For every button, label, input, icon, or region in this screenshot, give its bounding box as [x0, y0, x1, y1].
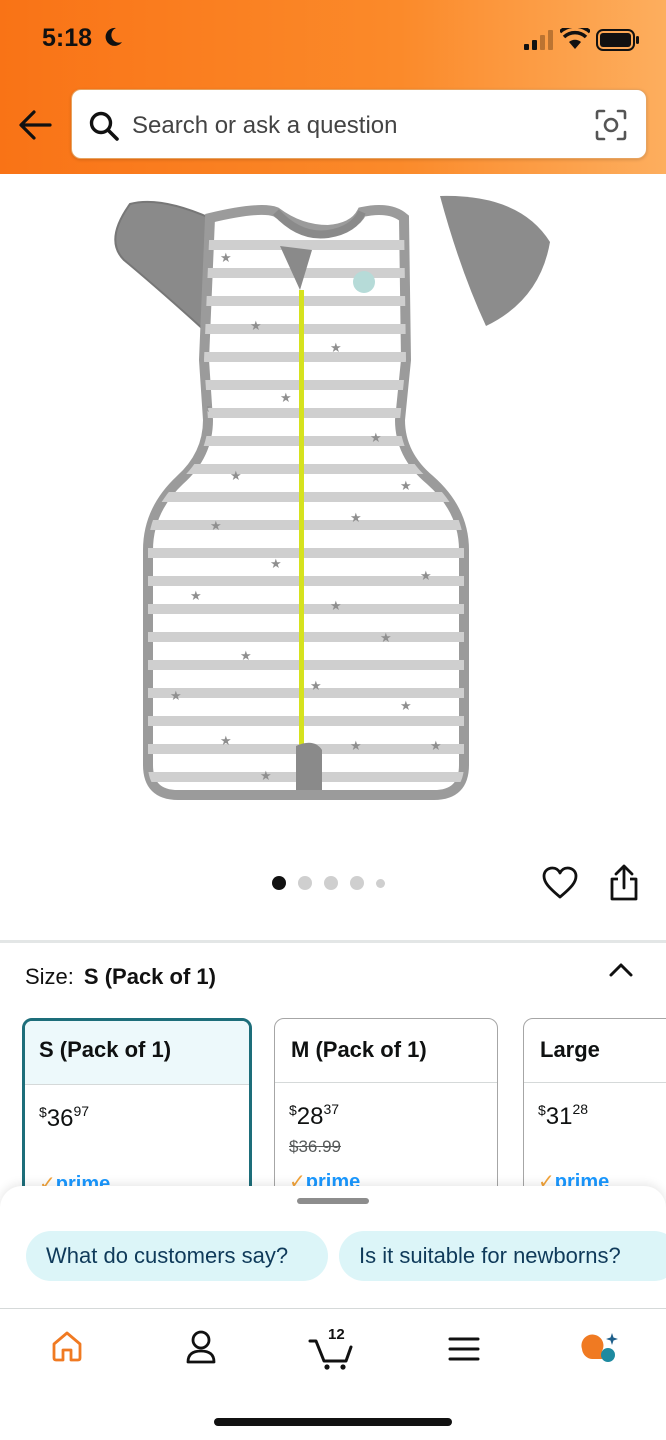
chevron-up-icon[interactable] — [608, 960, 634, 980]
option-price: $3697 — [39, 1103, 90, 1132]
svg-text:★: ★ — [220, 734, 232, 749]
sheet-drag-handle[interactable] — [297, 1198, 369, 1204]
svg-text:★: ★ — [230, 469, 242, 484]
image-carousel-dots[interactable] — [272, 876, 385, 890]
list-price: $36.99 — [289, 1137, 341, 1156]
svg-text:★: ★ — [380, 631, 392, 646]
option-price: $3128 — [538, 1101, 589, 1130]
svg-text:★: ★ — [170, 689, 182, 704]
signal-icon — [524, 30, 553, 50]
cart-count-badge: 12 — [328, 1326, 345, 1343]
svg-text:★: ★ — [210, 519, 222, 534]
search-bar[interactable]: Search or ask a question — [71, 89, 647, 159]
menu-icon[interactable] — [448, 1335, 480, 1363]
svg-text:★: ★ — [330, 341, 342, 356]
carousel-dot[interactable] — [324, 876, 338, 890]
status-time: 5:18 — [42, 24, 93, 52]
size-selector-label: Size: S (Pack of 1) — [25, 964, 216, 990]
carousel-dot[interactable] — [272, 876, 286, 890]
svg-text:★: ★ — [350, 739, 362, 754]
svg-text:★: ★ — [310, 679, 322, 694]
svg-text:★: ★ — [260, 769, 272, 784]
product-page: 5:18 Search or ask a question ★ ★ ★ ★ ★ … — [0, 0, 666, 1440]
account-icon[interactable] — [184, 1329, 218, 1365]
heart-icon[interactable] — [542, 866, 578, 900]
svg-text:★: ★ — [220, 251, 232, 266]
option-name: Large — [524, 1019, 666, 1083]
svg-text:★: ★ — [190, 589, 202, 604]
svg-text:★: ★ — [420, 569, 432, 584]
back-arrow-icon[interactable] — [16, 106, 54, 144]
wifi-icon — [560, 28, 590, 49]
carousel-dot[interactable] — [350, 876, 364, 890]
battery-icon — [596, 29, 639, 51]
option-name: M (Pack of 1) — [275, 1019, 497, 1083]
option-name: S (Pack of 1) — [25, 1021, 249, 1085]
svg-text:★: ★ — [280, 391, 292, 406]
moon-icon — [105, 27, 122, 46]
home-indicator — [214, 1418, 452, 1426]
product-image[interactable]: ★★★ ★★★ ★★★ ★★★ ★★★ ★★★ ★★★ ★★★ — [100, 190, 570, 820]
svg-text:★: ★ — [430, 739, 442, 754]
svg-text:★: ★ — [400, 479, 412, 494]
rufus-icon[interactable] — [578, 1329, 620, 1365]
header: 5:18 Search or ask a question — [0, 0, 666, 174]
suggestion-chip[interactable]: What do customers say? — [26, 1231, 328, 1281]
section-divider — [0, 940, 666, 943]
search-placeholder[interactable]: Search or ask a question — [132, 112, 398, 140]
camera-icon[interactable] — [594, 108, 628, 142]
svg-text:★: ★ — [350, 511, 362, 526]
svg-text:★: ★ — [330, 599, 342, 614]
carousel-dot[interactable] — [298, 876, 312, 890]
carousel-dot[interactable] — [376, 878, 385, 888]
size-label-text: Size: — [25, 964, 74, 989]
svg-text:★: ★ — [370, 431, 382, 446]
share-icon[interactable] — [608, 864, 640, 902]
search-icon — [89, 111, 119, 141]
svg-text:★: ★ — [240, 649, 252, 664]
option-price: $2837 — [289, 1101, 340, 1130]
size-selected-value: S (Pack of 1) — [83, 964, 216, 989]
svg-text:★: ★ — [400, 699, 412, 714]
suggestion-chip[interactable]: Is it suitable for newborns? — [339, 1231, 666, 1281]
svg-text:★: ★ — [250, 319, 262, 334]
home-icon[interactable] — [50, 1329, 84, 1363]
svg-text:★: ★ — [270, 557, 282, 572]
